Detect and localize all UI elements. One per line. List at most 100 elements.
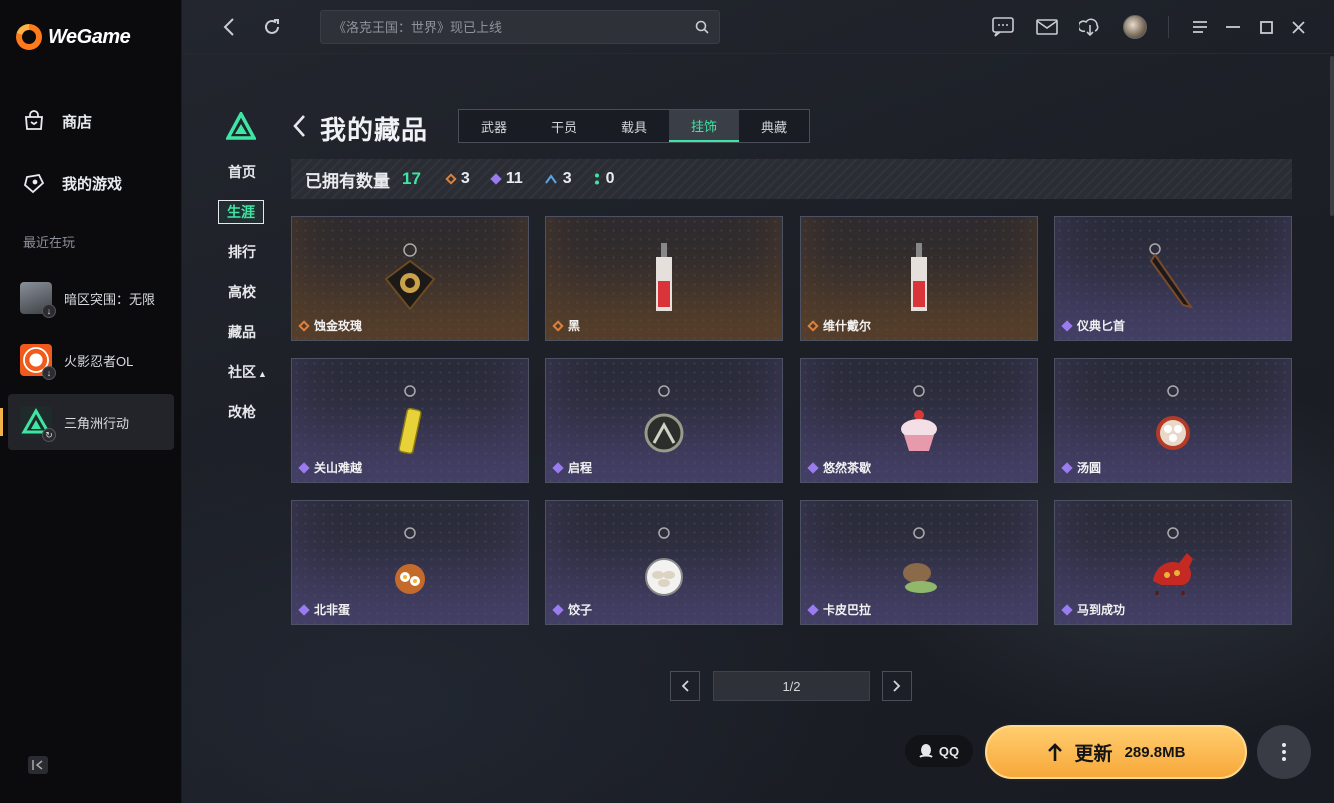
charm-caption: 蚀金玫瑰	[298, 317, 362, 334]
charm-dumpling-art	[645, 527, 683, 596]
sidebar-item-label: 商店	[62, 113, 93, 131]
menu-button[interactable]	[1187, 14, 1213, 40]
charm-card[interactable]: 饺子	[545, 500, 783, 625]
purple-rarity-icon	[552, 603, 564, 616]
vertical-dots-icon	[1282, 743, 1286, 761]
charm-name: 悠然茶歇	[823, 461, 872, 475]
back-button[interactable]	[216, 14, 242, 40]
charm-caption: 汤圆	[1061, 459, 1101, 476]
owned-total: 17	[402, 169, 421, 188]
recent-game-naruto[interactable]: ↓ 火影忍者OL	[8, 332, 174, 388]
charm-vishdyer-art	[911, 243, 927, 311]
page-back-button[interactable]	[292, 114, 312, 140]
purple-rarity-icon	[552, 461, 564, 474]
user-avatar[interactable]	[1123, 15, 1147, 39]
page-indicator: 1/2	[713, 671, 870, 701]
charm-rose-art	[384, 243, 436, 311]
charm-shakshuka-art	[395, 527, 425, 594]
search-icon	[695, 20, 709, 34]
recent-game-delta-force[interactable]: ↻ 三角洲行动	[0, 394, 174, 450]
charm-card[interactable]: 关山难越	[291, 358, 529, 483]
charm-caption: 悠然茶歇	[807, 459, 872, 476]
minimize-button[interactable]	[1220, 14, 1246, 40]
scrollbar[interactable]	[1330, 56, 1334, 216]
tab-operators[interactable]: 干员	[529, 110, 599, 142]
sidebar-item-label: 我的游戏	[62, 175, 123, 193]
charm-card[interactable]: 马到成功	[1054, 500, 1292, 625]
wegame-logo-icon	[16, 24, 42, 50]
charm-card[interactable]: 卡皮巴拉	[800, 500, 1038, 625]
app-sidebar: WeGame 商店 我的游戏 最近在玩 ↓ 暗区突围：无限 ↓ 火影忍者OL ↻…	[0, 0, 182, 803]
chevron-up-icon: ▲	[258, 369, 267, 379]
search-bar[interactable]	[320, 10, 720, 44]
maximize-button[interactable]	[1253, 14, 1279, 40]
charm-card[interactable]: 汤圆	[1054, 358, 1292, 483]
mail-icon	[1036, 19, 1058, 35]
next-page-button[interactable]	[882, 671, 912, 701]
charm-caption: 黑	[552, 317, 580, 334]
game-nav-career[interactable]: 生涯	[218, 200, 264, 224]
charm-black-art	[656, 243, 672, 311]
recent-game-dark-zone[interactable]: ↓ 暗区突围：无限	[8, 270, 174, 326]
purple-rarity-icon	[807, 461, 819, 474]
mail-button[interactable]	[1034, 14, 1060, 40]
game-nav-collection[interactable]: 藏品	[228, 322, 256, 342]
charm-tangyuan-art	[1156, 385, 1190, 450]
game-nav-college[interactable]: 高校	[228, 282, 256, 302]
game-name: 火影忍者OL	[64, 353, 134, 369]
page-title: 我的藏品	[320, 115, 429, 145]
tab-charms[interactable]: 挂饰	[669, 110, 739, 142]
stat-purple: 11	[490, 170, 523, 188]
chevron-right-icon	[893, 680, 901, 692]
qq-login-button[interactable]: QQ	[905, 735, 973, 767]
wegame-logo[interactable]: WeGame	[16, 24, 131, 50]
charm-caption: 马到成功	[1061, 601, 1125, 618]
charm-name: 仪典匕首	[1077, 319, 1126, 333]
recent-title: 最近在玩	[23, 235, 76, 250]
charm-card[interactable]: 悠然茶歇	[800, 358, 1038, 483]
refresh-button[interactable]	[259, 14, 285, 40]
close-button[interactable]	[1285, 14, 1311, 40]
owned-label: 已拥有数量	[305, 171, 390, 191]
owned-stats-bar: 已拥有数量 17 3 11 3 0	[291, 159, 1292, 199]
charm-caption: 卡皮巴拉	[807, 601, 872, 618]
game-nav-community[interactable]: 社区 ▲	[228, 362, 267, 382]
charm-horse-art	[1153, 527, 1193, 595]
chat-button[interactable]	[990, 14, 1016, 40]
game-nav-gunsmith[interactable]: 改枪	[228, 402, 256, 422]
prev-page-button[interactable]	[670, 671, 700, 701]
search-input[interactable]	[333, 19, 695, 35]
charm-card[interactable]: 启程	[545, 358, 783, 483]
charm-card[interactable]: 北非蛋	[291, 500, 529, 625]
purple-rarity-icon	[1061, 603, 1073, 616]
game-nav-rank[interactable]: 排行	[228, 242, 256, 262]
charm-guanshan-art	[398, 385, 422, 455]
charm-card[interactable]: 蚀金玫瑰	[291, 216, 529, 341]
app-name: WeGame	[48, 25, 131, 48]
charm-name: 启程	[568, 461, 593, 475]
sidebar-item-my-games[interactable]: 我的游戏	[22, 171, 122, 195]
category-tabs: 武器 干员 载具 挂饰 典藏	[458, 109, 810, 143]
collapse-sidebar-button[interactable]	[28, 756, 48, 774]
tab-collector[interactable]: 典藏	[739, 110, 809, 142]
charm-name: 卡皮巴拉	[823, 603, 872, 617]
orange-rarity-icon	[298, 319, 310, 332]
charm-card[interactable]: 仪典匕首	[1054, 216, 1292, 341]
update-button[interactable]: 更新 289.8MB	[985, 725, 1247, 779]
gamepad-icon	[22, 171, 46, 195]
downloads-button[interactable]	[1077, 14, 1103, 40]
sidebar-item-store[interactable]: 商店	[22, 109, 92, 133]
charm-card[interactable]: 维什戴尔	[800, 216, 1038, 341]
game-nav-label: 社区	[228, 364, 256, 380]
close-icon	[1291, 20, 1305, 34]
minimize-icon	[1226, 26, 1240, 28]
game-nav-home[interactable]: 首页	[228, 162, 256, 182]
update-label: 更新	[1074, 743, 1113, 765]
purple-rarity-icon	[1061, 461, 1073, 474]
purple-rarity-icon	[1061, 319, 1073, 332]
more-options-button[interactable]	[1257, 725, 1311, 779]
tab-weapons[interactable]: 武器	[459, 110, 529, 142]
tab-vehicles[interactable]: 载具	[599, 110, 669, 142]
game-thumb: ↓	[20, 344, 56, 380]
charm-card[interactable]: 黑	[545, 216, 783, 341]
